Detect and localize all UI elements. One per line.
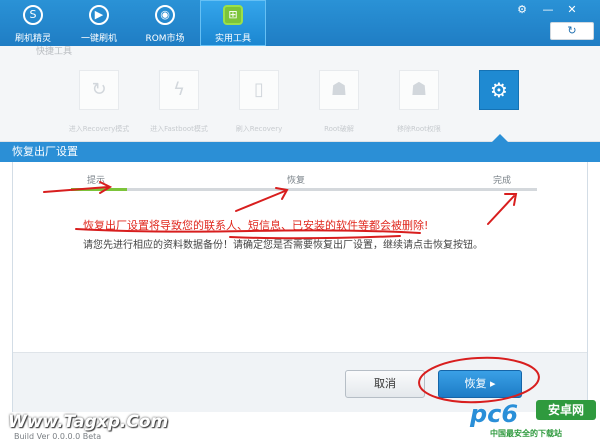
refresh-button[interactable]: ↻ [550, 22, 594, 40]
android-icon: ☗ [410, 79, 428, 100]
tool-label: 进入Recovery模式 [68, 125, 130, 133]
tab-label: 实用工具 [214, 34, 251, 44]
build-version: Build Ver 0.0.0.0 Beta [14, 432, 102, 441]
tool-label: 进入Fastboot模式 [150, 125, 208, 133]
phone-icon: ▯ [254, 79, 264, 100]
tab-label: ROM市场 [145, 34, 185, 44]
tool-remove-root[interactable]: ☗ [399, 70, 439, 110]
tab-label: 一键刷机 [80, 34, 117, 44]
panel-title: 恢复出厂设置 [0, 142, 600, 162]
tool-enter-recovery[interactable]: ↻ [79, 70, 119, 110]
tab-flash-wizard[interactable]: S 刷机精灵 [0, 0, 66, 46]
android-icon: ◉ [155, 5, 175, 25]
step-restore: 恢复 [287, 176, 306, 186]
top-nav-bar: S 刷机精灵 ▶ 一键刷机 ◉ ROM市场 ⊞ 实用工具 ⚙ — ✕ ↻ [0, 0, 600, 46]
progress-track [71, 188, 537, 191]
factory-reset-panel: 提示 恢复 完成 恢复出厂设置将导致您的联系人、短信息、已安装的软件等都会被删除… [12, 162, 588, 412]
step-done: 完成 [493, 176, 512, 186]
info-text: 请您先进行相应的资料数据备份！请确定您是否需要恢复出厂设置，继续请点击恢复按钮。 [83, 240, 483, 251]
progress-fill [71, 188, 127, 191]
settings-gear-icon[interactable]: ⚙ [512, 2, 532, 18]
pc6-logo: pc6 [470, 400, 519, 428]
tool-flash-recovery[interactable]: ▯ [239, 70, 279, 110]
tab-rom-market[interactable]: ◉ ROM市场 [132, 0, 198, 46]
refresh-icon: ↻ [567, 24, 577, 37]
tab-one-click-flash[interactable]: ▶ 一键刷机 [66, 0, 132, 46]
tool-enter-fastboot[interactable]: ϟ [159, 70, 199, 110]
cancel-button[interactable]: 取消 [345, 370, 425, 398]
tab-label: 刷机精灵 [14, 34, 51, 44]
android-icon: ☗ [330, 79, 348, 100]
watermark-tagxp: Www.Tagxp.Com [8, 412, 169, 432]
tools-section-title: 快捷工具 [36, 47, 73, 57]
tool-label: Root破解 [324, 125, 354, 133]
s-logo-icon: S [23, 5, 43, 25]
tool-label: 移除Root权限 [397, 125, 441, 133]
refresh-icon: ↻ [91, 79, 107, 100]
lightning-icon: ϟ [173, 79, 185, 100]
minimize-icon[interactable]: — [538, 2, 558, 18]
close-icon[interactable]: ✕ [562, 2, 582, 18]
watermark-pc6: pc6 安卓网 中国最安全的下载站 [470, 394, 600, 446]
tool-label: 刷入Recovery [235, 125, 283, 133]
tool-factory-reset[interactable]: ⚙ [479, 70, 519, 110]
tool-root[interactable]: ☗ [319, 70, 359, 110]
pc6-slogan: 中国最安全的下载站 [490, 429, 562, 438]
grid-icon: ⊞ [223, 5, 243, 25]
play-icon: ▶ [89, 5, 109, 25]
step-tip: 提示 [87, 176, 106, 186]
quick-tools-row: 快捷工具 ↻ 进入Recovery模式 ϟ 进入Fastboot模式 ▯ 刷入R… [0, 46, 600, 142]
pc6-tag: 安卓网 [536, 400, 596, 420]
tab-utility-tools[interactable]: ⊞ 实用工具 [200, 0, 266, 46]
gears-icon: ⚙ [490, 78, 508, 102]
warning-text: 恢复出厂设置将导致您的联系人、短信息、已安装的软件等都会被删除! [83, 219, 429, 232]
